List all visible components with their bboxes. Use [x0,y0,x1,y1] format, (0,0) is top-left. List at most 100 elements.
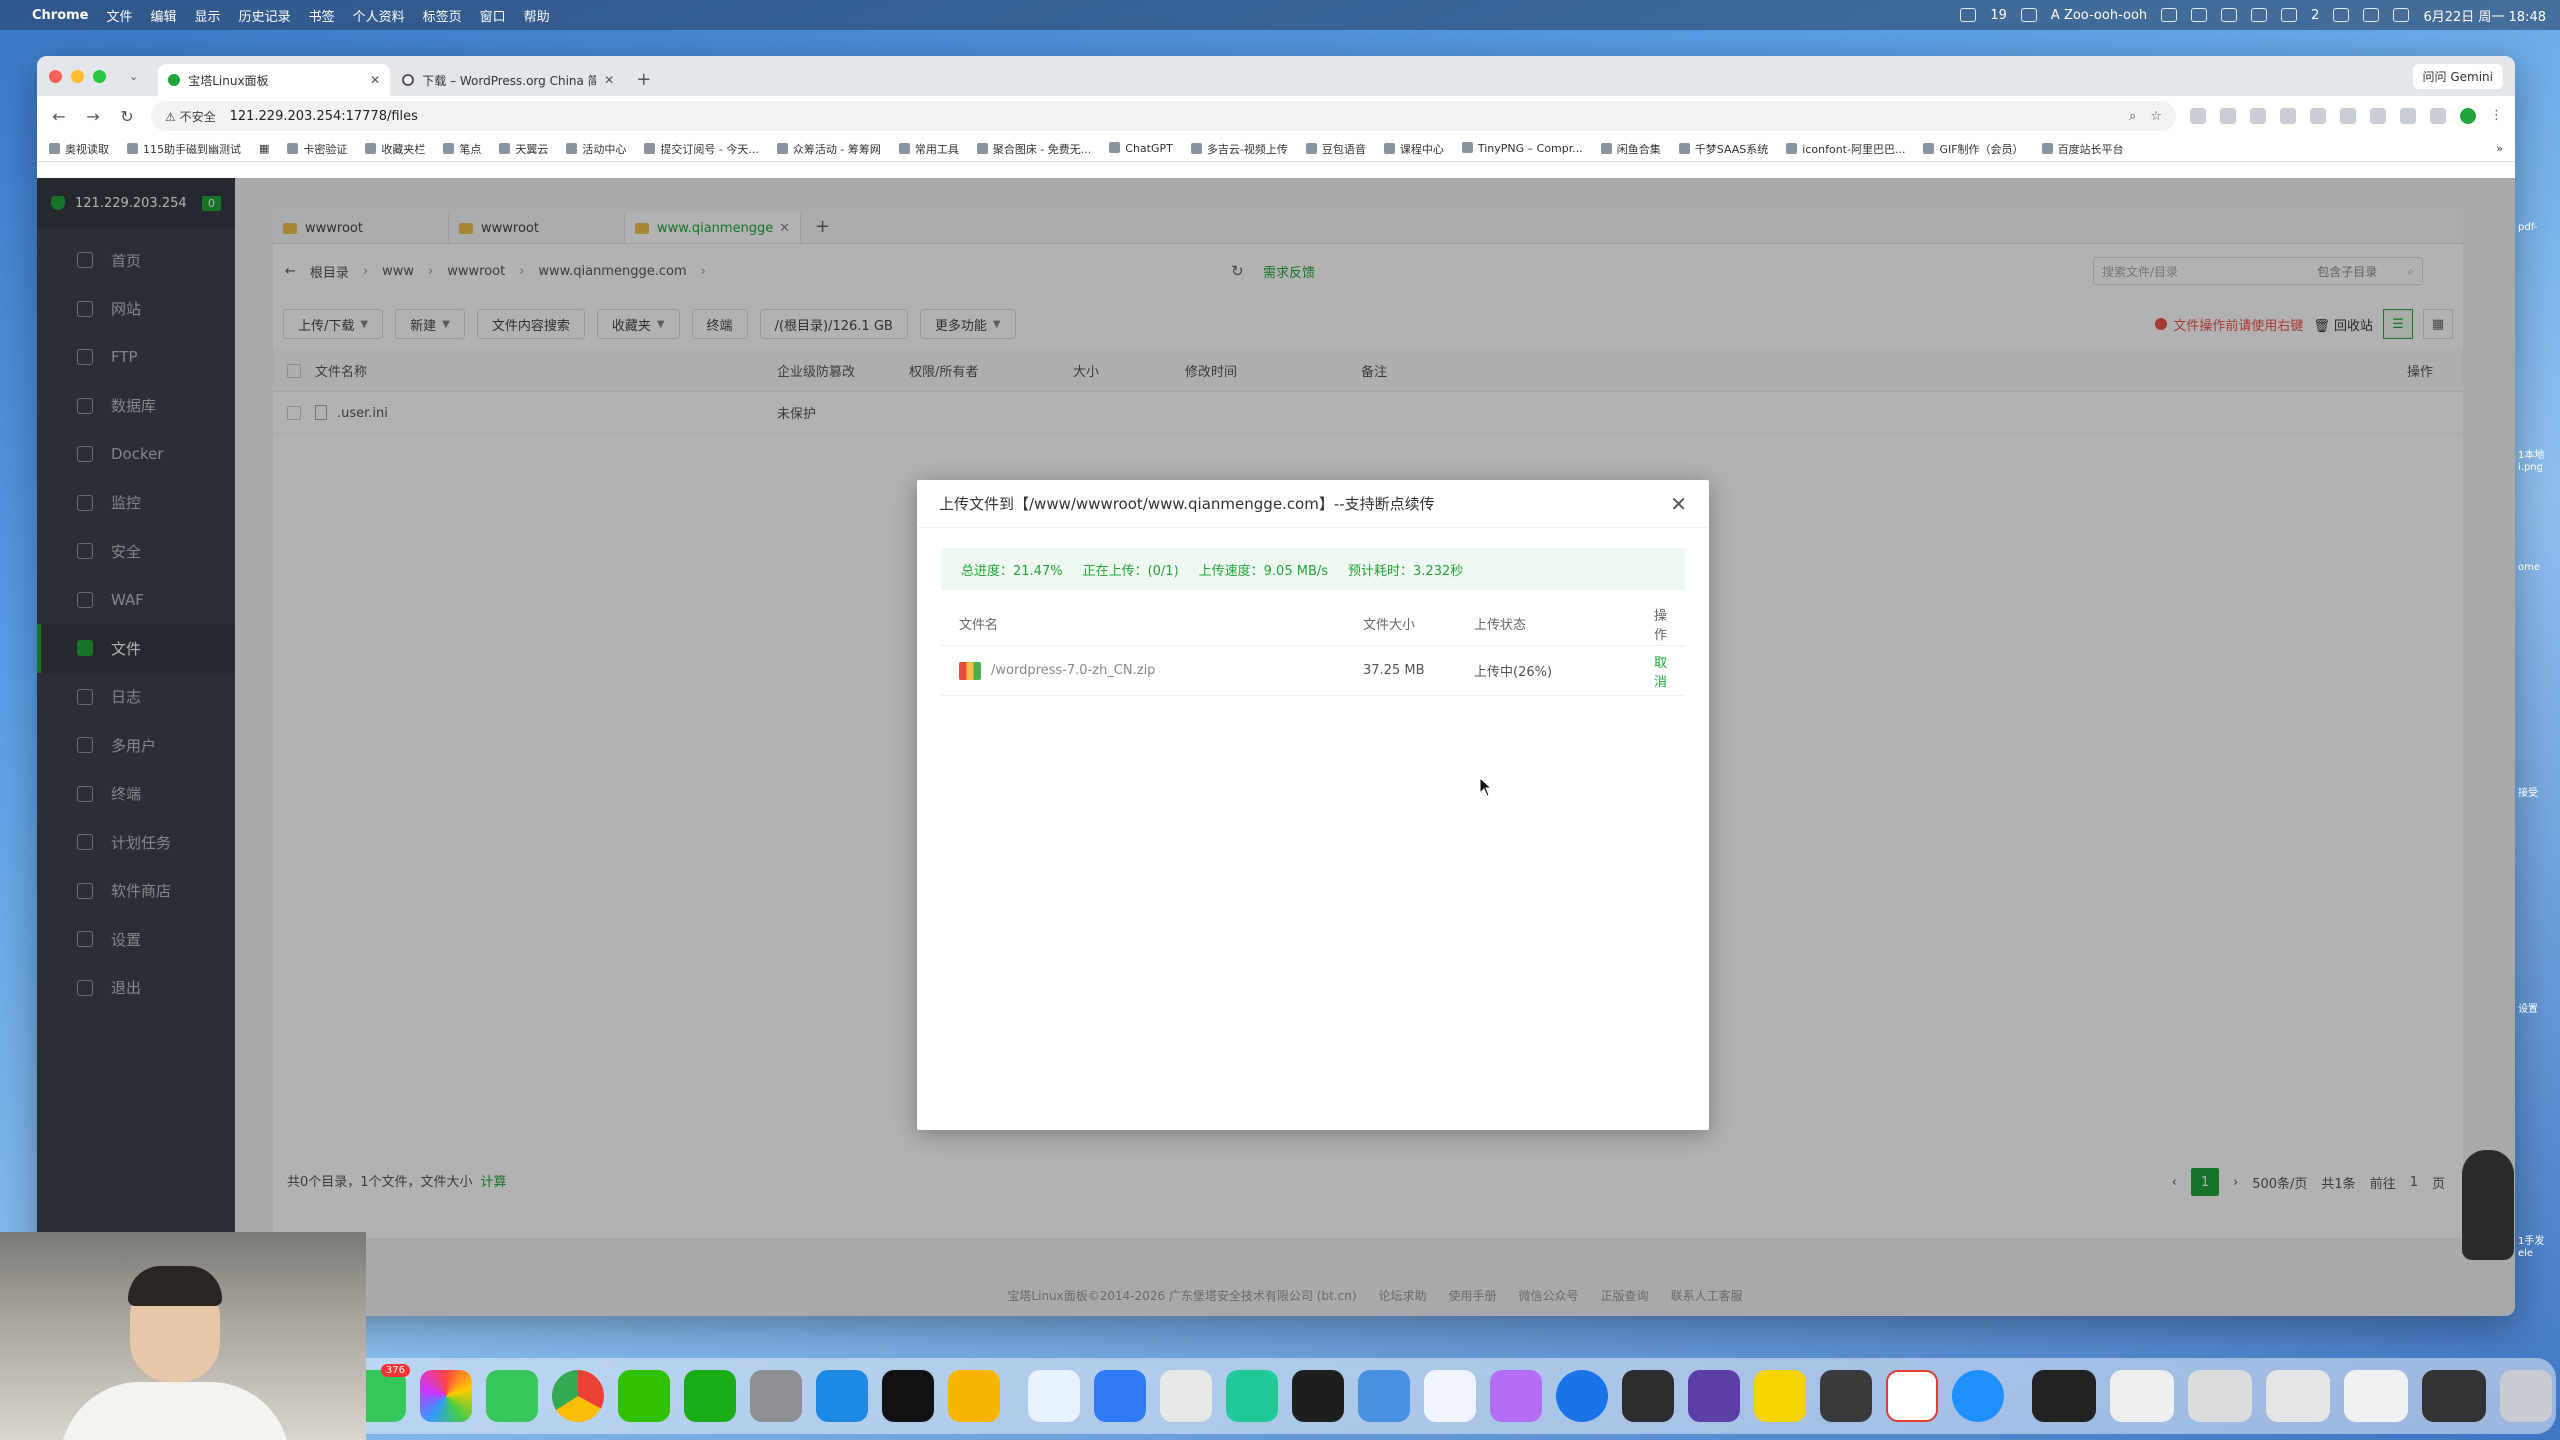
wechat-work-app-icon[interactable] [684,1370,736,1422]
ipad-app-icon[interactable] [1820,1370,1872,1422]
desktop-item-label[interactable]: 1本地 [2518,446,2544,461]
bookmark-item[interactable]: ChatGPT [1109,142,1173,155]
menubar-item[interactable]: 帮助 [524,6,550,25]
tab-search-chevron-icon[interactable]: ⌄ [129,70,138,83]
mail-app-icon[interactable] [1094,1370,1146,1422]
status-app-icon[interactable] [2020,8,2037,22]
bookmark-folder[interactable]: 常用工具 [898,141,959,157]
status-app-icon[interactable] [2161,8,2178,22]
baidu-netdisk-app-icon[interactable] [1358,1370,1410,1422]
menubar-datetime[interactable]: 6月22日 周一 18:48 [2423,6,2546,25]
desktop-item-label[interactable]: pdf- [2518,222,2537,233]
menubar-item[interactable]: 历史记录 [239,6,291,25]
obsidian-app-icon[interactable] [1688,1370,1740,1422]
more-bookmarks-icon[interactable]: » [2496,142,2503,155]
browser-tab-bt[interactable]: 宝塔Linux面板 ✕ [158,64,391,96]
desktop-mascot-widget[interactable] [2462,1150,2514,1260]
bookmark-item[interactable]: iconfont-阿里巴巴... [1786,141,1905,157]
extension-icon[interactable] [2310,108,2326,124]
extension-icon[interactable] [2190,108,2206,124]
profile-avatar[interactable] [2460,108,2476,124]
extension-icon[interactable] [2370,108,2386,124]
capcut-app-icon[interactable] [882,1370,934,1422]
window-thumbnail[interactable] [2266,1370,2330,1422]
window-thumbnail[interactable] [2032,1370,2096,1422]
browser-tab-wordpress[interactable]: 下载 – WordPress.org China 简体中文 ✕ [392,64,624,96]
photos-app-icon[interactable] [420,1370,472,1422]
back-button[interactable]: ← [49,107,69,126]
bookmark-item[interactable]: 天翼云 [499,141,548,157]
desktop-item-label[interactable]: ome [2518,562,2540,573]
calendar-icon[interactable] [1960,8,1977,22]
bookmark-item[interactable]: 活动中心 [566,141,626,157]
bookmark-item[interactable]: 众筹活动 - 筹筹网 [776,141,881,157]
extension-icon[interactable] [2220,108,2236,124]
phone-app-icon[interactable] [486,1370,538,1422]
close-tab-icon[interactable]: ✕ [370,73,380,87]
settings-app-icon[interactable] [750,1370,802,1422]
status-app-icon[interactable] [2251,8,2268,22]
window-thumbnail[interactable] [2110,1370,2174,1422]
search-icon[interactable] [2363,8,2380,22]
ticktick-app-icon[interactable] [1424,1370,1476,1422]
status-app-icon[interactable] [2221,8,2238,22]
window-thumbnail[interactable] [2344,1370,2408,1422]
fruit-app-icon[interactable] [1754,1370,1806,1422]
desktop-item-label[interactable]: 接受 [2518,784,2538,799]
bookmark-item[interactable]: 百度站长平台 [2041,141,2124,157]
bookmark-item[interactable]: GIF制作（会员） [1923,141,2024,157]
bookmark-item[interactable]: 聚合图床 - 免费无... [976,141,1091,157]
chrome-app-icon[interactable] [552,1370,604,1422]
desktop-item-label[interactable]: 设置 [2518,1000,2538,1015]
sketch-app-icon[interactable] [948,1370,1000,1422]
cursor-app-icon[interactable] [1226,1370,1278,1422]
menubar-item[interactable]: 文件 [107,6,133,25]
forward-button[interactable]: → [83,107,103,126]
safari-app-icon[interactable] [1556,1370,1608,1422]
chrome-menu-icon[interactable]: ⋮ [2490,108,2503,124]
menubar-item[interactable]: 个人资料 [353,6,405,25]
wechat-app-icon[interactable] [618,1370,670,1422]
close-tab-icon[interactable]: ✕ [604,73,614,87]
zoom-icon[interactable]: ⌕ [2129,109,2136,124]
wps-app-icon[interactable] [1886,1370,1938,1422]
desktop-item-label[interactable]: 1手发 [2518,1232,2544,1247]
extension-icon[interactable] [2280,108,2296,124]
terminal-app-icon[interactable] [1292,1370,1344,1422]
menubar-app-name[interactable]: Chrome [32,8,89,23]
menubar-user[interactable]: A Zoo-ooh-ooh [2051,8,2147,23]
bookmark-item[interactable]: 提交订阅号 - 今天... [644,141,759,157]
zoom-window-button[interactable] [93,69,106,83]
bookmark-item[interactable]: 卡密验证 [287,141,347,157]
wifi-icon[interactable] [2333,8,2350,22]
menubar-item[interactable]: 标签页 [423,6,462,25]
bookmark-item[interactable]: 豆包语音 [1305,141,1366,157]
apps-grid-icon[interactable]: ▦ [259,142,269,155]
extension-icon[interactable] [2250,108,2266,124]
control-center-icon[interactable] [2393,8,2410,22]
bookmark-item[interactable]: 115助手磁到幽测试 [127,141,241,157]
new-tab-button[interactable]: + [626,69,661,96]
bookmark-item[interactable]: 课程中心 [1383,141,1444,157]
bookmark-star-icon[interactable]: ☆ [2150,109,2162,124]
lark-app-icon[interactable] [816,1370,868,1422]
close-window-button[interactable] [49,69,62,83]
activity-monitor-app-icon[interactable] [1622,1370,1674,1422]
bookmark-folder[interactable]: 闲鱼合集 [1600,141,1661,157]
close-icon[interactable]: ✕ [1670,492,1687,516]
cancel-upload-button[interactable]: 取消 [1644,652,1667,690]
window-thumbnail[interactable] [2188,1370,2252,1422]
downloads-icon[interactable] [2430,108,2446,124]
status-app-icon[interactable] [2281,8,2298,22]
menubar-item[interactable]: 编辑 [151,6,177,25]
menubar-item[interactable]: 书签 [309,6,335,25]
neko-app-icon[interactable] [1490,1370,1542,1422]
status-app-icon[interactable] [2191,8,2208,22]
minimize-window-button[interactable] [71,69,84,83]
window-thumbnail[interactable] [2422,1370,2486,1422]
desktop-item-label[interactable]: ele [2518,1248,2533,1259]
menubar-item[interactable]: 显示 [195,6,221,25]
bookmark-item[interactable]: TinyPNG – Compr... [1461,142,1583,155]
bookmark-item[interactable]: 奥视读取 [49,141,109,157]
ask-gemini-button[interactable]: 问问 Gemini [2412,64,2503,89]
